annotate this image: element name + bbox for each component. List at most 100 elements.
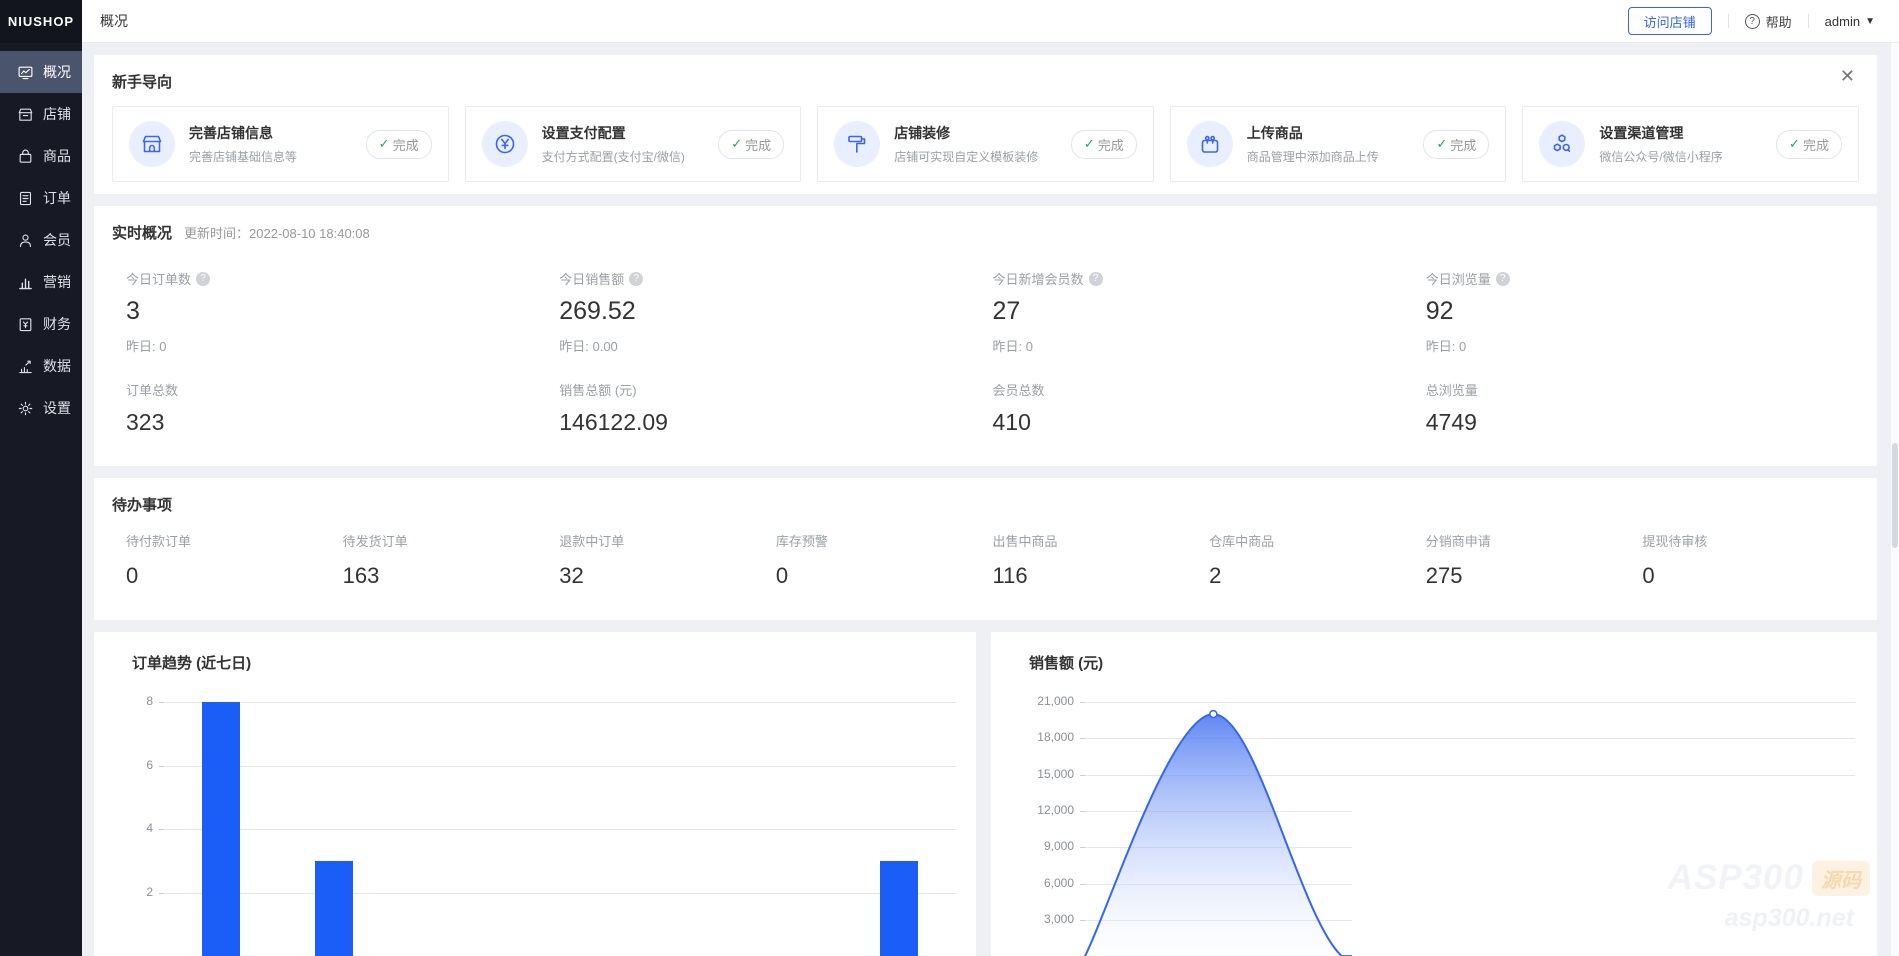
sidebar-nav: 概况 店铺 商品 订单 会员 营销 财务 数据 [0, 43, 82, 429]
stat-yesterday: 昨日: 0 [126, 336, 559, 355]
stat-value: 92 [1426, 297, 1859, 326]
store-icon [129, 121, 175, 167]
sidebar-item-label: 数据 [43, 356, 71, 376]
todo-item-on-sale[interactable]: 出售中商品116 [993, 531, 1210, 589]
order-trend-panel: 订单趋势 (近七日) 8 6 4 2 [94, 632, 976, 956]
total-label: 销售总额 (元) [559, 380, 992, 399]
check-icon: ✓ [1789, 136, 1800, 152]
realtime-panel: 实时概况 更新时间：2022-08-10 18:40:08 今日订单数? 3 昨… [94, 206, 1877, 466]
member-icon [17, 232, 34, 249]
sidebar-item-shop[interactable]: 店铺 [0, 93, 82, 135]
visit-shop-button[interactable]: 访问店铺 [1628, 7, 1712, 35]
guide-card-upload-goods[interactable]: 上传商品 商品管理中添加商品上传 ✓完成 [1170, 106, 1507, 182]
sales-panel: 销售额 (元) 21,00018,00015,00012,0009,0006,0… [991, 632, 1877, 956]
sidebar-item-overview[interactable]: 概况 [0, 51, 82, 93]
axis-tick [159, 766, 164, 767]
app-logo: NIUSHOP [0, 0, 82, 43]
help-link[interactable]: ? 帮助 [1745, 12, 1792, 31]
todo-value: 163 [343, 563, 560, 589]
sidebar-item-goods[interactable]: 商品 [0, 135, 82, 177]
done-badge[interactable]: ✓完成 [1423, 130, 1489, 159]
y-axis-label: 8 [94, 694, 153, 708]
order-icon [17, 190, 34, 207]
total-label: 订单总数 [126, 380, 559, 399]
grid-line [164, 766, 956, 767]
axis-tick [159, 829, 164, 830]
overview-icon [17, 64, 34, 81]
realtime-stats: 今日订单数? 3 昨日: 0 订单总数 323 今日销售额? 269.52 昨日… [126, 269, 1859, 436]
y-axis-label: 2 [94, 885, 153, 899]
sidebar: NIUSHOP 概况 店铺 商品 订单 会员 营销 财务 [0, 0, 82, 956]
stat-yesterday: 昨日: 0.00 [559, 336, 992, 355]
order-trend-title: 订单趋势 (近七日) [132, 652, 251, 673]
sidebar-item-data[interactable]: 数据 [0, 345, 82, 387]
question-icon[interactable]: ? [196, 272, 210, 286]
done-label: 完成 [393, 135, 419, 154]
done-badge[interactable]: ✓完成 [718, 130, 784, 159]
stat-value: 269.52 [559, 297, 992, 326]
guide-card-payment[interactable]: 设置支付配置 支付方式配置(支付宝/微信) ✓完成 [465, 106, 802, 182]
y-axis-label: 4 [94, 821, 153, 835]
todo-value: 275 [1426, 563, 1643, 589]
todo-label: 库存预警 [776, 531, 993, 550]
todo-item-stock-warning[interactable]: 库存预警0 [776, 531, 993, 589]
guide-card-channel[interactable]: 设置渠道管理 微信公众号/微信小程序 ✓完成 [1522, 106, 1859, 182]
total-value: 323 [126, 409, 559, 436]
check-icon: ✓ [379, 136, 390, 152]
username: admin [1825, 14, 1860, 29]
guide-card-title: 店铺装修 [894, 123, 1038, 143]
todo-item-in-warehouse[interactable]: 仓库中商品2 [1209, 531, 1426, 589]
data-icon [17, 358, 34, 375]
peak-marker [1210, 711, 1217, 718]
topbar: 概况 访问店铺 ? 帮助 admin ▼ [82, 0, 1899, 43]
question-icon[interactable]: ? [1089, 272, 1103, 286]
sidebar-item-label: 店铺 [43, 104, 71, 124]
todo-label: 待付款订单 [126, 531, 343, 550]
help-label: 帮助 [1766, 12, 1792, 31]
guide-title: 新手导向 [112, 71, 1859, 92]
question-icon[interactable]: ? [1496, 272, 1510, 286]
question-icon[interactable]: ? [629, 272, 643, 286]
sidebar-item-finance[interactable]: 财务 [0, 303, 82, 345]
close-icon[interactable]: ✕ [1840, 67, 1855, 85]
sidebar-item-label: 财务 [43, 314, 71, 334]
scrollbar-thumb[interactable] [1892, 443, 1898, 548]
bar [315, 861, 353, 956]
update-time-label: 更新时间： [184, 226, 249, 241]
settings-icon [17, 400, 34, 417]
sidebar-item-order[interactable]: 订单 [0, 177, 82, 219]
guide-card-decorate[interactable]: 店铺装修 店铺可实现自定义模板装修 ✓完成 [817, 106, 1154, 182]
done-badge[interactable]: ✓完成 [1776, 130, 1842, 159]
scrollbar[interactable] [1891, 43, 1899, 956]
stat-value: 3 [126, 297, 559, 326]
todo-item-distributor-apply[interactable]: 分销商申请 275 [1426, 531, 1643, 589]
user-menu[interactable]: admin ▼ [1825, 14, 1875, 29]
sidebar-item-marketing[interactable]: 营销 [0, 261, 82, 303]
stat-yesterday: 昨日: 0 [1426, 336, 1859, 355]
todo-item-pending-payment[interactable]: 待付款订单0 [126, 531, 343, 589]
sidebar-item-settings[interactable]: 设置 [0, 387, 82, 429]
todo-label: 退款中订单 [559, 531, 776, 550]
total-value: 4749 [1426, 409, 1859, 436]
todo-item-pending-delivery[interactable]: 待发货订单163 [343, 531, 560, 589]
stat-card-orders: 今日订单数? 3 昨日: 0 订单总数 323 [126, 269, 559, 436]
charts-row: 订单趋势 (近七日) 8 6 4 2 销售额 (元) 21,00018,00015,0… [94, 632, 1877, 956]
todo-item-refunding[interactable]: 退款中订单32 [559, 531, 776, 589]
finance-icon [17, 316, 34, 333]
stat-label: 今日新增会员数 [993, 269, 1084, 288]
stat-card-views: 今日浏览量? 92 昨日: 0 总浏览量 4749 [1426, 269, 1859, 436]
sidebar-item-member[interactable]: 会员 [0, 219, 82, 261]
y-axis-label: 6 [94, 758, 153, 772]
done-badge[interactable]: ✓完成 [366, 130, 432, 159]
todo-label: 提现待审核 [1642, 531, 1859, 550]
newbie-guide-panel: 新手导向 ✕ 完善店铺信息 完善店铺基础信息等 ✓完成 设置支付配置 [94, 55, 1877, 194]
guide-card-store-info[interactable]: 完善店铺信息 完善店铺基础信息等 ✓完成 [112, 106, 449, 182]
todo-item-withdraw-review[interactable]: 提现待审核 0 [1642, 531, 1859, 589]
todo-grid: 待付款订单0 待发货订单163 退款中订单32 库存预警0 出售中商品116 仓… [126, 531, 1859, 589]
grid-line [164, 829, 956, 830]
update-time-value: 2022-08-10 18:40:08 [249, 226, 370, 241]
done-badge[interactable]: ✓完成 [1071, 130, 1137, 159]
todo-value: 0 [1642, 563, 1859, 589]
todo-label: 分销商申请 [1426, 531, 1643, 550]
sidebar-item-label: 会员 [43, 230, 71, 250]
